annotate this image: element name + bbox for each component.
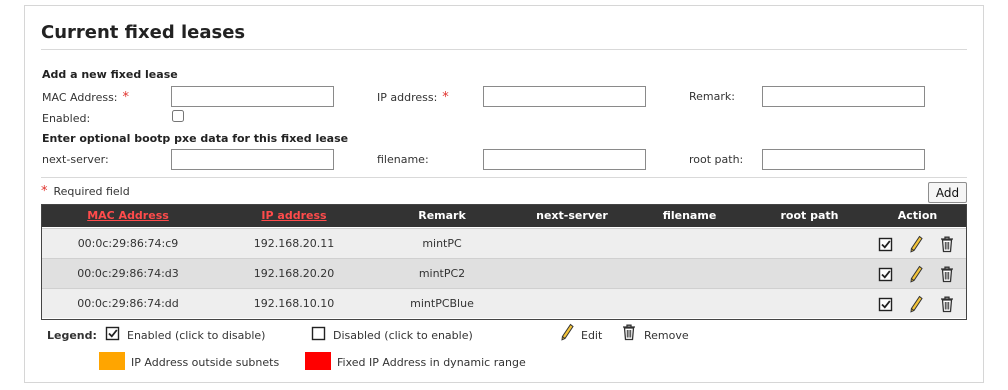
- ip-address-input[interactable]: [483, 86, 646, 107]
- column-header-action: Action: [897, 209, 938, 222]
- checked-box-icon[interactable]: [878, 265, 894, 283]
- form-divider: [41, 177, 967, 178]
- pencil-icon[interactable]: [908, 265, 924, 283]
- legend-outside-subnets-text: IP Address outside subnets: [131, 356, 280, 369]
- checked-box-icon[interactable]: [878, 295, 894, 313]
- cell-remark: mintPC: [422, 237, 462, 250]
- next-server-input[interactable]: [171, 149, 334, 170]
- column-header-next-server: next-server: [536, 209, 608, 222]
- legend-disabled-text: Disabled (click to enable): [333, 329, 473, 342]
- unchecked-box-icon: [311, 326, 326, 341]
- trash-icon: [623, 324, 635, 341]
- cell-mac: 00:0c:29:86:74:dd: [77, 297, 179, 310]
- mac-address-input[interactable]: [171, 86, 334, 107]
- legend-dynamic-range-text: Fixed IP Address in dynamic range: [337, 356, 526, 369]
- required-asterisk: *: [122, 90, 130, 105]
- cell-remark: mintPCBlue: [410, 297, 474, 310]
- table-row: 00:0c:29:86:74:dd 192.168.10.10 mintPCBl…: [42, 288, 966, 318]
- column-header-remark: Remark: [418, 209, 466, 222]
- outside-subnets-swatch: [99, 352, 125, 370]
- cell-ip: 192.168.20.20: [253, 267, 335, 280]
- legend-enabled-text: Enabled (click to disable): [127, 329, 266, 342]
- required-asterisk: *: [41, 184, 48, 199]
- filename-input[interactable]: [483, 149, 646, 170]
- trash-icon[interactable]: [939, 295, 955, 313]
- enabled-label: Enabled:: [42, 112, 91, 125]
- legend-edit-text: Edit: [581, 329, 603, 342]
- table-row: 00:0c:29:86:74:d3 192.168.20.20 mintPC2: [42, 258, 966, 288]
- remark-input[interactable]: [762, 86, 925, 107]
- legend-remove-text: Remove: [644, 329, 689, 342]
- filename-label: filename:: [377, 153, 429, 166]
- column-header-ip[interactable]: IP address: [239, 209, 349, 222]
- cell-remark: mintPC2: [418, 267, 466, 280]
- page-title: Current fixed leases: [41, 22, 246, 43]
- trash-icon[interactable]: [939, 235, 955, 253]
- column-header-filename: filename: [662, 209, 717, 222]
- column-header-mac[interactable]: MAC Address: [70, 209, 186, 222]
- pencil-icon[interactable]: [908, 235, 924, 253]
- table-header: MAC Address IP address Remark next-serve…: [42, 205, 966, 227]
- root-path-label: root path:: [689, 153, 744, 166]
- remark-label: Remark:: [689, 90, 735, 103]
- dynamic-range-swatch: [305, 352, 331, 370]
- pencil-icon: [561, 323, 574, 341]
- add-button[interactable]: Add: [928, 182, 967, 203]
- add-lease-heading: Add a new fixed lease: [42, 68, 178, 81]
- mac-address-label: MAC Address: *: [42, 90, 130, 105]
- fixed-leases-panel: Current fixed leases Add a new fixed lea…: [24, 5, 984, 383]
- required-field-note: * Required field: [41, 184, 130, 199]
- enabled-checkbox[interactable]: [172, 110, 184, 122]
- checked-box-icon[interactable]: [878, 235, 894, 253]
- cell-ip: 192.168.20.11: [253, 237, 335, 250]
- pencil-icon[interactable]: [908, 295, 924, 313]
- column-header-root-path: root path: [780, 209, 839, 222]
- trash-icon[interactable]: [939, 265, 955, 283]
- leases-table: MAC Address IP address Remark next-serve…: [41, 204, 967, 320]
- ip-address-label: IP address: *: [377, 90, 449, 105]
- checked-box-icon: [105, 326, 120, 341]
- bootp-heading: Enter optional bootp pxe data for this f…: [42, 132, 349, 145]
- title-divider: [41, 49, 967, 50]
- cell-mac: 00:0c:29:86:74:c9: [77, 237, 179, 250]
- next-server-label: next-server:: [42, 153, 109, 166]
- legend-label: Legend:: [47, 329, 97, 342]
- table-row: 00:0c:29:86:74:c9 192.168.20.11 mintPC: [42, 228, 966, 258]
- cell-ip: 192.168.10.10: [253, 297, 335, 310]
- cell-mac: 00:0c:29:86:74:d3: [77, 267, 179, 280]
- root-path-input[interactable]: [762, 149, 925, 170]
- required-asterisk: *: [442, 90, 449, 105]
